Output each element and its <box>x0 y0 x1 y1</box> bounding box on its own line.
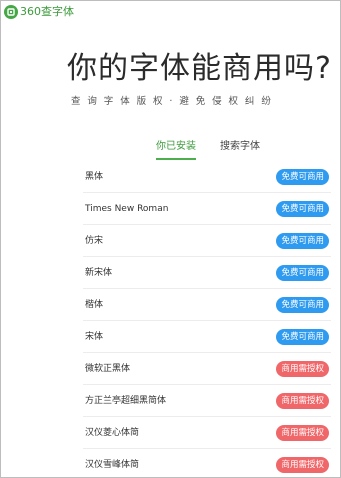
license-status-badge[interactable]: 免费可商用 <box>276 233 329 249</box>
license-status-badge[interactable]: 免费可商用 <box>276 169 329 185</box>
license-status-badge[interactable]: 商用需授权 <box>276 361 329 377</box>
license-status-badge[interactable]: 免费可商用 <box>276 265 329 281</box>
font-row[interactable]: 汉仪雪峰体简 商用需授权 <box>83 449 331 477</box>
font-name: 微软正黑体 <box>85 364 131 374</box>
font-name: 宋体 <box>85 332 104 342</box>
font-row[interactable]: 楷体 免费可商用 <box>83 289 331 321</box>
font-row[interactable]: Times New Roman 免费可商用 <box>83 193 331 225</box>
license-status-badge[interactable]: 商用需授权 <box>276 393 329 409</box>
tab-bar: 你已安装 搜索字体 <box>1 139 340 161</box>
font-list: 黑体 免费可商用 Times New Roman 免费可商用 仿宋 免费可商用 … <box>83 161 331 477</box>
font-row[interactable]: 汉仪菱心体简 商用需授权 <box>83 417 331 449</box>
font-name: 汉仪雪峰体简 <box>85 460 140 470</box>
font-row[interactable]: 黑体 免费可商用 <box>83 161 331 193</box>
license-status-badge[interactable]: 免费可商用 <box>276 201 329 217</box>
font-name: Times New Roman <box>85 204 169 214</box>
license-status-badge[interactable]: 商用需授权 <box>276 425 329 441</box>
font-name: 楷体 <box>85 300 104 310</box>
tab-installed[interactable]: 你已安装 <box>156 139 196 160</box>
font-row[interactable]: 仿宋 免费可商用 <box>83 225 331 257</box>
font-name: 仿宋 <box>85 236 104 246</box>
font-name: 方正兰亭超细黑简体 <box>85 396 167 406</box>
license-status-badge[interactable]: 免费可商用 <box>276 329 329 345</box>
font-name: 新宋体 <box>85 268 113 278</box>
tab-search-fonts[interactable]: 搜索字体 <box>220 139 260 155</box>
license-status-badge[interactable]: 商用需授权 <box>276 457 329 473</box>
font-name: 黑体 <box>85 172 104 182</box>
page-subtitle: 查询字体版权·避免侵权纠纷 <box>71 96 278 107</box>
logo-text: 360查字体 <box>20 5 74 18</box>
logo-icon <box>4 5 18 19</box>
font-row[interactable]: 宋体 免费可商用 <box>83 321 331 353</box>
license-status-badge[interactable]: 免费可商用 <box>276 297 329 313</box>
font-row[interactable]: 微软正黑体 商用需授权 <box>83 353 331 385</box>
font-row[interactable]: 方正兰亭超细黑简体 商用需授权 <box>83 385 331 417</box>
app-logo[interactable]: 360查字体 <box>4 4 74 20</box>
font-row[interactable]: 新宋体 免费可商用 <box>83 257 331 289</box>
page-title: 你的字体能商用吗? <box>67 51 332 86</box>
app-window: 360查字体 你的字体能商用吗? 查询字体版权·避免侵权纠纷 你已安装 搜索字体… <box>0 0 341 478</box>
font-name: 汉仪菱心体简 <box>85 428 140 438</box>
